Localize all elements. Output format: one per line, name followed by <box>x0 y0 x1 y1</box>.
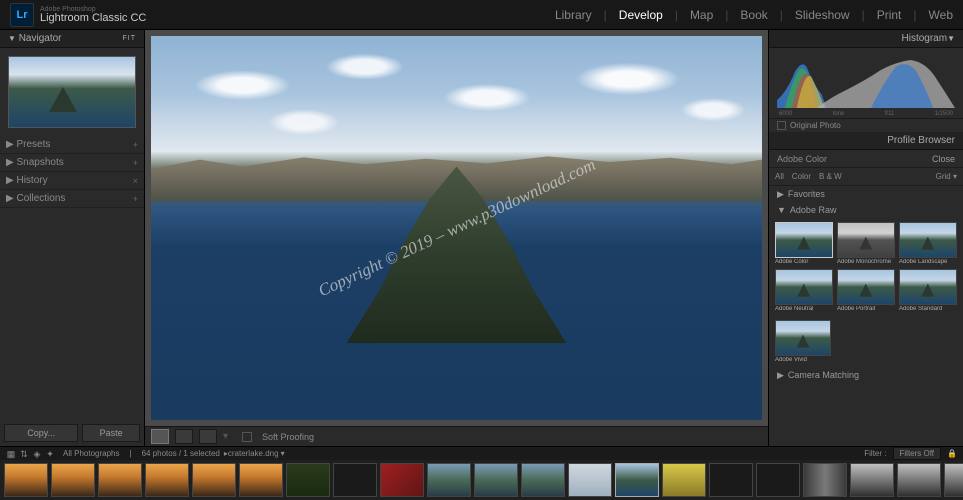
profile-adobe-color[interactable]: Adobe Color <box>775 222 833 265</box>
module-library[interactable]: Library <box>555 8 592 22</box>
filmstrip-thumb[interactable] <box>850 463 894 497</box>
filmstrip-thumb[interactable] <box>239 463 283 497</box>
filmstrip-thumb[interactable] <box>98 463 142 497</box>
photo-count: 64 photos / 1 selected <box>142 449 220 458</box>
before-after-button[interactable] <box>199 429 217 444</box>
filmstrip-thumb[interactable] <box>568 463 612 497</box>
profile-filter-row: All Color B & W Grid ▾ <box>769 168 963 186</box>
profile-adobe-landscape[interactable]: Adobe Landscape <box>899 222 957 265</box>
filmstrip-thumb[interactable] <box>709 463 753 497</box>
filmstrip-thumb[interactable] <box>145 463 189 497</box>
filters-off-button[interactable]: Filters Off <box>893 447 942 460</box>
histogram-display[interactable]: 6000 tone f/11 1/2500 <box>769 48 963 118</box>
soft-proofing-label: Soft Proofing <box>262 432 314 442</box>
module-web[interactable]: Web <box>929 8 953 22</box>
module-book[interactable]: Book <box>740 8 767 22</box>
profile-adobe-vivid[interactable]: Adobe Vivid <box>775 320 957 363</box>
selected-filename: craterlake.dng <box>228 449 279 458</box>
filmstrip-thumb[interactable] <box>803 463 847 497</box>
filmstrip-thumb[interactable] <box>51 463 95 497</box>
filmstrip-thumb[interactable] <box>944 463 963 497</box>
loupe-view-button[interactable] <box>151 429 169 444</box>
filmstrip-thumb-selected[interactable] <box>615 463 659 497</box>
filmstrip-thumb[interactable] <box>333 463 377 497</box>
panel-snapshots[interactable]: ▶ Snapshots+ <box>0 154 144 172</box>
original-photo-toggle[interactable]: Original Photo <box>769 118 963 132</box>
profile-grid: Adobe Color Adobe Monochrome Adobe Lands… <box>769 218 963 316</box>
top-bar: Lr Adobe Photoshop Lightroom Classic CC … <box>0 0 963 30</box>
product-text: Lightroom Classic CC <box>40 13 146 24</box>
camera-matching-section[interactable]: ▶Camera Matching <box>769 367 963 383</box>
module-map[interactable]: Map <box>690 8 713 22</box>
profile-adobe-monochrome[interactable]: Adobe Monochrome <box>837 222 895 265</box>
filmstrip-thumb[interactable] <box>380 463 424 497</box>
source-label[interactable]: All Photographs <box>63 449 119 458</box>
current-profile-row: Adobe Color Close <box>769 150 963 168</box>
app-logo: Lr Adobe Photoshop Lightroom Classic CC <box>10 3 146 27</box>
filmstrip-thumb[interactable] <box>756 463 800 497</box>
navigator-thumbnail[interactable] <box>8 56 136 128</box>
profile-browser-header[interactable]: Profile Browser <box>769 132 963 150</box>
compare-view-button[interactable] <box>175 429 193 444</box>
filmstrip-thumb[interactable] <box>897 463 941 497</box>
filmstrip-thumb[interactable] <box>662 463 706 497</box>
filter-bw[interactable]: B & W <box>819 172 842 181</box>
main-photo[interactable]: Copyright © 2019 – www.p30download.com <box>151 36 762 420</box>
flag-icon[interactable]: ◈ <box>32 449 42 459</box>
develop-toolbar: ▾ Soft Proofing <box>145 426 768 446</box>
lock-icon[interactable]: 🔒 <box>947 449 957 458</box>
right-panel: Histogram ▼ 6000 tone f/11 1/2500 Origin… <box>768 30 963 446</box>
module-develop[interactable]: Develop <box>619 8 663 22</box>
filmstrip-thumb[interactable] <box>474 463 518 497</box>
filmstrip-thumb[interactable] <box>521 463 565 497</box>
module-print[interactable]: Print <box>877 8 902 22</box>
navigator-header[interactable]: ▼ Navigator FIT <box>0 30 144 48</box>
histogram-header[interactable]: Histogram ▼ <box>769 30 963 48</box>
filmstrip-thumb[interactable] <box>4 463 48 497</box>
left-panel: ▼ Navigator FIT ▶ Presets+ ▶ Snapshots+ … <box>0 30 145 446</box>
adobe-raw-section[interactable]: ▼Adobe Raw <box>769 202 963 218</box>
grid-icon[interactable]: ▦ <box>6 449 16 459</box>
filmstrip-thumb[interactable] <box>192 463 236 497</box>
painter-icon[interactable]: ✦ <box>45 449 55 459</box>
grid-view-toggle[interactable]: Grid ▾ <box>936 172 957 181</box>
profile-close-button[interactable]: Close <box>932 154 955 164</box>
filter-label: Filter : <box>864 449 886 458</box>
current-profile-name: Adobe Color <box>777 154 827 164</box>
favorites-section[interactable]: ▶Favorites <box>769 186 963 202</box>
logo-icon: Lr <box>10 3 34 27</box>
panel-collections[interactable]: ▶ Collections+ <box>0 190 144 208</box>
status-bar: ▦ ⇅ ◈ ✦ All Photographs | 64 photos / 1 … <box>0 446 963 460</box>
filter-all[interactable]: All <box>775 172 784 181</box>
profile-adobe-standard[interactable]: Adobe Standard <box>899 269 957 312</box>
filmstrip-thumb[interactable] <box>286 463 330 497</box>
module-slideshow[interactable]: Slideshow <box>795 8 850 22</box>
paste-button[interactable]: Paste <box>82 424 140 442</box>
soft-proofing-checkbox[interactable] <box>242 432 252 442</box>
profile-adobe-portrait[interactable]: Adobe Portrait <box>837 269 895 312</box>
sort-icon[interactable]: ⇅ <box>19 449 29 459</box>
panel-history[interactable]: ▶ History× <box>0 172 144 190</box>
copy-button[interactable]: Copy... <box>4 424 78 442</box>
filter-color[interactable]: Color <box>792 172 811 181</box>
profile-adobe-neutral[interactable]: Adobe Neutral <box>775 269 833 312</box>
filmstrip-thumb[interactable] <box>427 463 471 497</box>
center-canvas-area: Copyright © 2019 – www.p30download.com ▾… <box>145 30 768 446</box>
module-picker: Library| Develop| Map| Book| Slideshow| … <box>555 8 953 22</box>
filmstrip[interactable] <box>0 460 963 500</box>
panel-presets[interactable]: ▶ Presets+ <box>0 136 144 154</box>
